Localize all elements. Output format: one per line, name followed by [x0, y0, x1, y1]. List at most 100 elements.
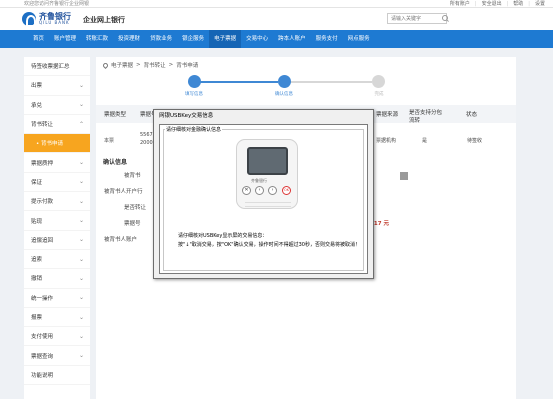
sidebar-item-pledge[interactable]: 票据质押 ⌄	[24, 153, 90, 173]
nav-loans[interactable]: 贷款业务	[145, 30, 177, 48]
sidebar-item-discount[interactable]: 贴现 ⌄	[24, 211, 90, 231]
device-brand: 齐鲁银行	[251, 178, 267, 183]
sidebar-item-payment-use[interactable]: 支付使用 ⌄	[24, 327, 90, 347]
nav-payment[interactable]: 服务支付	[311, 30, 343, 48]
nav-trade-center[interactable]: 交易中心	[241, 30, 273, 48]
chevron-down-icon: ⌄	[78, 313, 84, 321]
nav-e-bills[interactable]: 电子票据	[209, 30, 242, 48]
step-connector	[290, 81, 372, 83]
step-label-1: 填写信息	[185, 92, 203, 97]
column-header: 是否支持分包流转	[409, 110, 443, 124]
device-screen	[247, 147, 288, 175]
sidebar-item-payment-prompt[interactable]: 提示付款 ⌄	[24, 192, 90, 212]
usb-key-device-image: 齐鲁银行 ✕ ‹ › OK	[236, 139, 298, 209]
sidebar-item-recourse[interactable]: 追索 ⌄	[24, 250, 90, 270]
welcome-text: 欢迎您访问齐鲁银行企业网银	[24, 1, 90, 7]
nav-accounts[interactable]: 账户管理	[49, 30, 81, 48]
group-label: 请仔细核对金融确认信息	[165, 126, 223, 133]
chevron-down-icon: ⌄	[78, 294, 84, 302]
sidebar-item-bill-query[interactable]: 票据查询 ⌄	[24, 346, 90, 366]
chevron-up-icon: ⌃	[78, 120, 84, 128]
chevron-down-icon: ⌄	[78, 274, 84, 282]
usbkey-dialog: 网银USBKey交易信息 请仔细核对金融确认信息 齐鲁银行 ✕ ‹ › OK 请…	[153, 109, 374, 279]
logout-link[interactable]: 安全退出	[482, 0, 502, 8]
column-header: 状态	[466, 112, 478, 118]
sidebar-item-label: 承兑	[31, 102, 43, 109]
form-label: 被背书人账户	[104, 237, 138, 243]
chevron-down-icon: ⌄	[78, 332, 84, 340]
form-label: 被背书人开户行	[104, 189, 143, 195]
sidebar-item-label: 提示付款	[31, 199, 54, 206]
chevron-down-icon: ⌄	[78, 81, 84, 89]
site-subtitle: 企业网上银行	[83, 16, 125, 24]
chevron-down-icon: ⌄	[78, 178, 84, 186]
location-pin-icon	[101, 61, 110, 69]
section-title: 确认信息	[103, 159, 128, 166]
search-icon[interactable]	[441, 14, 449, 23]
dialog-title: 网银USBKey交易信息	[154, 110, 373, 122]
search-input[interactable]	[387, 13, 447, 24]
sidebar: 待签收票据汇总 出票 ⌄ 承兑 ⌄ 背书转让 ⌃ • 背书申请 票据质押 ⌄ 保证 ⌄ 提…	[24, 57, 90, 399]
step-dot-3	[372, 75, 385, 88]
nav-branch[interactable]: 网点服务	[343, 30, 375, 48]
form-label: 票据号	[124, 221, 141, 227]
bank-logo[interactable]: 齐鲁银行 QILU BANK	[22, 12, 71, 27]
separator: |	[528, 1, 530, 7]
breadcrumb-separator: >	[168, 62, 174, 68]
top-strip: 欢迎您访问齐鲁银行企业网银 所有账户 | 安全退出 | 帮助 | 设置	[0, 0, 553, 8]
sidebar-item-endorsement[interactable]: 背书转让 ⌃	[24, 115, 90, 135]
header: 齐鲁银行 QILU BANK 企业网上银行	[0, 8, 553, 30]
all-accounts-link[interactable]: 所有账户	[450, 0, 470, 8]
column-header: 票据类型	[104, 112, 127, 118]
settings-link[interactable]: 设置	[535, 0, 545, 8]
top-links: 所有账户 | 安全退出 | 帮助 | 设置	[450, 0, 545, 8]
step-connector	[200, 81, 278, 83]
nav-investment[interactable]: 投资理财	[113, 30, 145, 48]
sidebar-item-label: 追索	[31, 257, 43, 264]
nav-home[interactable]: 首页	[28, 30, 49, 48]
sidebar-item-acceptance[interactable]: 承兑 ⌄	[24, 96, 90, 115]
device-cancel-icon: ✕	[242, 186, 251, 195]
chevron-down-icon: ⌄	[78, 255, 84, 263]
chevron-down-icon: ⌄	[78, 101, 84, 109]
device-left-icon: ‹	[255, 186, 264, 195]
sidebar-item-label: 票据查询	[31, 353, 54, 360]
breadcrumb-item[interactable]: 电子票据	[111, 61, 133, 69]
cell-status: 待签收	[467, 138, 483, 144]
sidebar-item-label: 保证	[31, 179, 43, 186]
device-ridge	[245, 202, 291, 207]
sidebar-item-pending-summary[interactable]: 待签收票据汇总	[24, 57, 90, 77]
sidebar-item-label: 报票	[31, 315, 43, 321]
sidebar-item-label: 出票	[31, 83, 43, 90]
sidebar-item-help[interactable]: 功能说明	[24, 366, 90, 386]
form-label: 被背书	[124, 173, 141, 179]
nav-bank-enterprise[interactable]: 银企服务	[177, 30, 209, 48]
checkbox[interactable]	[400, 172, 408, 180]
step-dot-1	[188, 75, 201, 88]
chevron-down-icon: ⌄	[78, 236, 84, 244]
sidebar-item-recovery[interactable]: 追偿追回 ⌄	[24, 231, 90, 250]
sidebar-item-issue[interactable]: 出票 ⌄	[24, 76, 90, 96]
nav-transfer[interactable]: 转账汇款	[81, 30, 113, 48]
step-label-2: 确认信息	[275, 92, 293, 97]
sidebar-item-label: 票据质押	[31, 160, 54, 167]
separator: |	[506, 1, 509, 7]
sidebar-item-revoke[interactable]: 撤销 ⌄	[24, 269, 90, 289]
help-link[interactable]: 帮助	[513, 0, 523, 8]
breadcrumb-item[interactable]: 背书转让	[144, 61, 166, 69]
sidebar-item-unified-ops[interactable]: 统一操作 ⌄	[24, 289, 90, 308]
nav-cross-account[interactable]: 跨本人账户	[273, 30, 311, 48]
sidebar-item-report[interactable]: 报票 ⌄	[24, 308, 90, 328]
progress-steps: 填写信息 确认信息 完成	[185, 75, 423, 99]
breadcrumb: 电子票据 > 背书转让 > 背书申请	[101, 61, 198, 69]
dialog-message-2: 按"↓"取消交易，按"OK"确认交易，操作时间不得超过30秒，否则交易将被取消！	[178, 242, 360, 248]
chevron-down-icon: ⌄	[78, 217, 84, 225]
sidebar-item-guarantee[interactable]: 保证 ⌄	[24, 173, 90, 193]
sidebar-item-label: 贴现	[31, 218, 43, 225]
sidebar-item-endorsement-apply[interactable]: • 背书申请	[24, 134, 90, 154]
separator: |	[474, 1, 477, 7]
cell-source: 票据机构	[376, 138, 397, 144]
chevron-down-icon: ⌄	[78, 159, 84, 167]
brand-name-en: QILU BANK	[39, 20, 70, 25]
dialog-message-1: 请仔细核对USBKey显示屏的交易信息：	[178, 233, 268, 239]
